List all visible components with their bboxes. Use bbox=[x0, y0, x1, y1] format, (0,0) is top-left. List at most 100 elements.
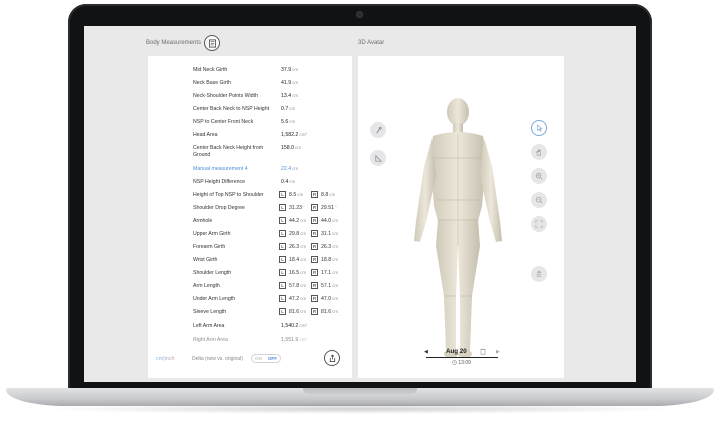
right-value: R 8.8 cm bbox=[311, 191, 335, 198]
measurement-sheet-button[interactable] bbox=[204, 35, 220, 51]
fit-screen-icon bbox=[535, 220, 543, 228]
value-number: 26.3 bbox=[321, 243, 332, 250]
date-underline bbox=[426, 357, 498, 358]
value-number: 26.3 bbox=[289, 243, 300, 250]
value-number: 13.4 bbox=[281, 93, 292, 99]
value-number: 41.9 bbox=[281, 80, 292, 86]
previous-scan-arrow[interactable]: ◀ bbox=[424, 349, 428, 355]
value-unit: cm² bbox=[299, 132, 307, 137]
right-value: R 29.51 ° bbox=[311, 204, 337, 211]
measurement-label: Arm Length bbox=[193, 283, 220, 289]
measurement-value: 158.0cm bbox=[281, 145, 301, 151]
zoom-out-icon bbox=[535, 196, 543, 204]
value-unit: cm bbox=[297, 192, 304, 197]
delta-toggle[interactable]: ON OFF bbox=[251, 354, 281, 363]
value-unit: cm bbox=[332, 218, 339, 223]
3d-body-avatar[interactable] bbox=[398, 96, 518, 366]
measurement-label: Sleeve Length bbox=[193, 309, 227, 315]
value-unit: cm bbox=[289, 119, 296, 124]
unit-inch[interactable]: inch bbox=[165, 356, 175, 362]
value-number: 31.1 bbox=[321, 230, 332, 237]
avatar-panel: ◀ Aug 20 ▶ 13:09 bbox=[358, 56, 564, 378]
right-value: R 47.0 cm bbox=[311, 295, 338, 302]
value-number: 57.8 bbox=[289, 282, 300, 289]
right-value: R 31.1 cm bbox=[311, 230, 338, 237]
measurement-label: Upper Arm Girth bbox=[193, 231, 231, 237]
value-unit: cm bbox=[300, 283, 307, 288]
measurement-label: Head Area bbox=[193, 132, 218, 138]
value-number: 44.2 bbox=[289, 217, 300, 224]
toggle-on[interactable]: ON bbox=[255, 356, 262, 361]
fit-view-button[interactable] bbox=[531, 216, 547, 232]
left-value: L 44.2 cm bbox=[279, 217, 306, 224]
zoom-in-button[interactable] bbox=[531, 168, 547, 184]
measurement-label: Wrist Girth bbox=[193, 257, 218, 263]
laptop-notch bbox=[303, 388, 417, 395]
export-button[interactable] bbox=[324, 350, 340, 366]
measure-tool-button[interactable] bbox=[370, 122, 386, 138]
left-side-badge: L bbox=[279, 295, 286, 302]
value-number: 5.6 bbox=[281, 119, 289, 125]
value-number: 18.8 bbox=[321, 256, 332, 263]
right-side-badge: R bbox=[311, 295, 318, 302]
measurements-footer: cm|inch Delta (new vs. original) ON OFF bbox=[148, 346, 352, 378]
value-unit: cm bbox=[332, 283, 339, 288]
move-arrows-icon bbox=[536, 270, 542, 277]
trash-icon[interactable] bbox=[480, 348, 486, 355]
right-value: R 26.3 cm bbox=[311, 243, 338, 250]
measurement-value: 1,540.2cm² bbox=[281, 323, 307, 329]
value-unit: cm bbox=[292, 166, 299, 171]
app-screen: Body Measurements 3D Avatar Mid Neck Gir… bbox=[84, 26, 636, 382]
left-side-badge: L bbox=[279, 282, 286, 289]
value-unit: cm bbox=[292, 93, 299, 98]
measurement-label: Forearm Girth bbox=[193, 244, 226, 250]
right-value: R 17.1 cm bbox=[311, 269, 338, 276]
value-number: 44.0 bbox=[321, 217, 332, 224]
measurement-label: Neck Base Girth bbox=[193, 80, 231, 86]
measurement-label: Neck-Shoulder Points Width bbox=[193, 93, 258, 99]
left-value: L 57.8 cm bbox=[279, 282, 306, 289]
value-number: 1,582.2 bbox=[281, 132, 299, 138]
left-side-badge: L bbox=[279, 243, 286, 250]
measurement-label: Armhole bbox=[193, 218, 213, 224]
measurement-list[interactable]: Mid Neck Girth 37.9cm Neck Base Girth 41… bbox=[148, 61, 352, 346]
camera bbox=[356, 11, 363, 18]
units-toggle[interactable]: cm|inch bbox=[156, 356, 174, 362]
zoom-in-icon bbox=[535, 172, 543, 180]
left-side-badge: L bbox=[279, 256, 286, 263]
scan-date-selector: ◀ Aug 20 ▶ 13:09 bbox=[418, 348, 506, 372]
select-tool-button[interactable] bbox=[531, 120, 547, 136]
toggle-off[interactable]: OFF bbox=[268, 356, 277, 361]
value-unit: cm bbox=[332, 257, 339, 262]
reset-view-button[interactable] bbox=[531, 266, 547, 282]
3d-avatar-title: 3D Avatar bbox=[358, 40, 385, 46]
scan-time: 13:09 bbox=[452, 360, 471, 366]
value-unit: cm bbox=[289, 179, 296, 184]
pan-tool-button[interactable] bbox=[531, 144, 547, 160]
delta-label: Delta (new vs. original) bbox=[192, 356, 243, 362]
measurement-value: 1,582.2cm² bbox=[281, 132, 307, 138]
next-scan-arrow[interactable]: ▶ bbox=[496, 349, 500, 355]
value-unit: cm bbox=[300, 309, 307, 314]
value-number: 8.8 bbox=[321, 191, 329, 198]
left-value: L 47.2 cm bbox=[279, 295, 306, 302]
right-value: R 18.8 cm bbox=[311, 256, 338, 263]
measurement-label: Center Back Neck to NSP Height bbox=[193, 106, 270, 112]
zoom-out-button[interactable] bbox=[531, 192, 547, 208]
value-unit: cm bbox=[300, 270, 307, 275]
left-value: L 16.5 cm bbox=[279, 269, 306, 276]
measurement-label: NSP to Center Front Neck bbox=[193, 119, 254, 125]
value-unit: cm bbox=[289, 106, 296, 111]
value-number: 31.23 bbox=[289, 204, 302, 211]
value-unit: cm bbox=[332, 296, 339, 301]
measurement-label: Height of Top NSP to Shoulder bbox=[193, 192, 264, 198]
measurement-value: 1,551.9cm² bbox=[281, 337, 307, 343]
right-side-badge: R bbox=[311, 256, 318, 263]
edit-tool-button[interactable] bbox=[370, 150, 386, 166]
value-number: 0.4 bbox=[281, 179, 289, 185]
clock-icon bbox=[452, 360, 457, 365]
value-number: 29.8 bbox=[289, 230, 300, 237]
measurement-value: 13.4cm bbox=[281, 93, 298, 99]
value-unit: ° bbox=[334, 205, 337, 210]
measurement-label: Shoulder Length bbox=[193, 270, 232, 276]
